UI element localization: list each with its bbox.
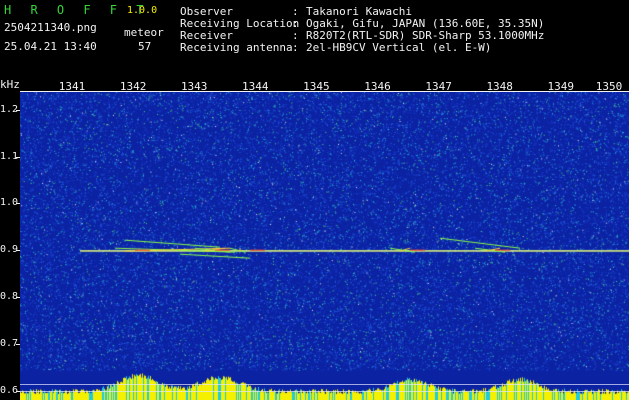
reference-line [20, 383, 629, 385]
antenna-sep: : [292, 41, 299, 54]
version-label: 1.0.0 [127, 5, 158, 16]
spectrogram-plot [20, 91, 629, 400]
spectrogram-canvas [20, 91, 629, 400]
y-axis-unit: kHz [0, 78, 20, 91]
antenna-value: 2el-HB9CV Vertical (el. E-W) [306, 41, 492, 54]
plot-top-border [20, 91, 629, 92]
reference-line [20, 390, 629, 392]
file-name: 2504211340.png [4, 21, 97, 34]
capture-datetime: 25.04.21 13:40 [4, 40, 97, 53]
antenna-label: Receiving antenna [180, 41, 293, 54]
meteor-count-label: meteor [124, 26, 164, 39]
meteor-count-value: 57 [138, 40, 152, 53]
header-panel: H R O F F T 1.0.0 2504211340.png 25.04.2… [0, 0, 629, 78]
